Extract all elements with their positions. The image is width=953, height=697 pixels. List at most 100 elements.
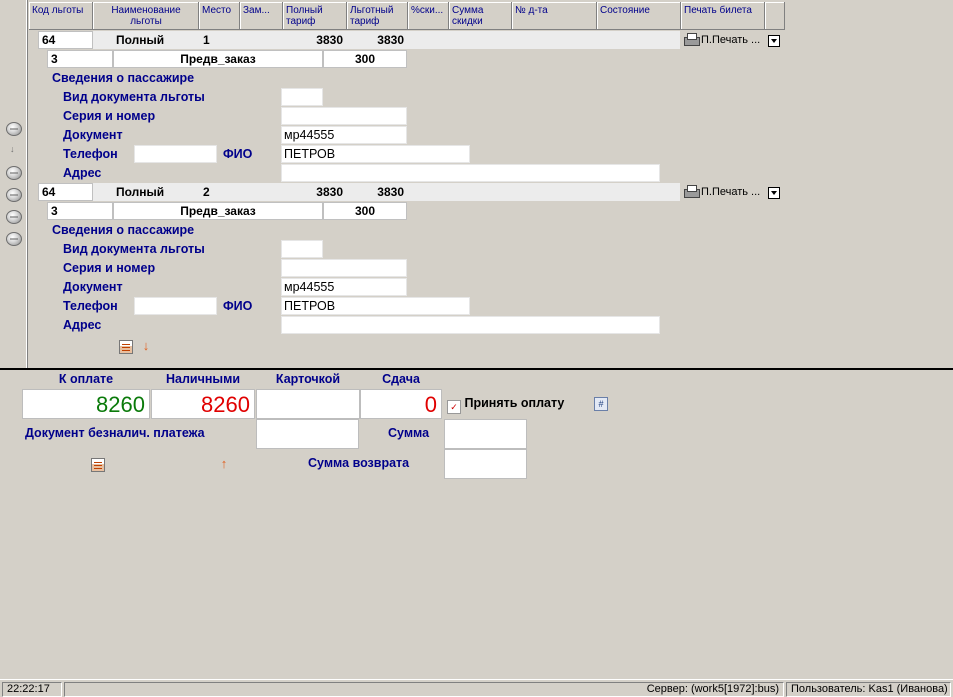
ticket-code-cell[interactable]: 64 (38, 183, 93, 201)
phone-field[interactable] (134, 297, 217, 315)
print-ticket-cell[interactable]: П.Печать ... (683, 31, 760, 49)
row-background (408, 31, 680, 49)
change-amount: 0 (360, 389, 442, 419)
address-label: Адрес (63, 166, 102, 180)
sum-label: Сумма (388, 426, 430, 440)
passenger-section-title: Сведения о пассажире (52, 71, 195, 85)
address-field[interactable] (281, 316, 660, 334)
ticket-document-icon[interactable] (119, 340, 133, 354)
next-record-icon[interactable] (6, 188, 22, 202)
phone-label: Телефон (63, 147, 118, 161)
ticket-replace-cell[interactable] (240, 31, 283, 49)
document-label: Документ (63, 128, 123, 142)
card-amount-field[interactable] (256, 389, 360, 419)
series-number-label: Серия и номер (63, 109, 156, 123)
column-header-benefit-tariff[interactable]: Льготный тариф (347, 2, 408, 30)
ticket-full-tariff-cell[interactable]: 3830 (283, 183, 347, 201)
refund-sum-field[interactable] (444, 449, 527, 479)
status-server: Сервер: (work5[1972]:bus) (64, 682, 784, 697)
sum-field[interactable] (444, 419, 527, 449)
column-header-extra (765, 2, 785, 30)
printer-icon (683, 33, 700, 46)
ticket-benefit-cell[interactable]: Полный (93, 183, 199, 201)
ticket-full-tariff-cell[interactable]: 3830 (283, 31, 347, 49)
print-ticket-cell[interactable]: П.Печать ... (683, 183, 760, 201)
address-field[interactable] (281, 164, 660, 182)
column-header-print[interactable]: Печать билета (681, 2, 765, 30)
column-header-doc-num[interactable]: № д-та (512, 2, 597, 30)
last-record-icon[interactable] (6, 232, 22, 246)
ticket-benefit-tariff-cell[interactable]: 3830 (347, 31, 408, 49)
left-toolbar: ↓ (0, 0, 28, 368)
series-number-label: Серия и номер (63, 261, 156, 275)
record-up-icon[interactable] (6, 122, 22, 136)
print-mode-label: П.Печать ... (701, 186, 761, 198)
order-type-cell[interactable]: Предв_заказ (113, 50, 323, 68)
printer-icon (683, 185, 700, 198)
series-number-field[interactable] (281, 259, 407, 277)
accept-payment-button[interactable]: ✓ Принять оплату (447, 396, 565, 414)
column-header-full-tariff[interactable]: Полный тариф (283, 2, 347, 30)
document-field[interactable]: мр44555 (281, 278, 407, 296)
column-header-discount-sum[interactable]: Сумма скидки (449, 2, 512, 30)
benefit-doc-type-field[interactable] (281, 240, 323, 258)
phone-field[interactable] (134, 145, 217, 163)
prev-record-icon[interactable] (6, 166, 22, 180)
benefit-doc-type-label: Вид документа льготы (63, 90, 205, 104)
cash-header: Наличными (165, 372, 241, 386)
fio-label: ФИО (223, 299, 253, 313)
card-header: Карточкой (275, 372, 341, 386)
phone-label: Телефон (63, 299, 118, 313)
document-label: Документ (63, 280, 123, 294)
arrow-down-icon[interactable]: ↓ (139, 339, 153, 353)
column-header-replace[interactable]: Зам... (240, 2, 283, 30)
print-dropdown-button[interactable] (768, 35, 780, 47)
ticket-benefit-tariff-cell[interactable]: 3830 (347, 183, 408, 201)
ticket-replace-cell[interactable] (240, 183, 283, 201)
benefit-doc-type-label: Вид документа льготы (63, 242, 205, 256)
order-number-cell[interactable]: 3 (47, 50, 113, 68)
row-background (408, 183, 680, 201)
order-amount-cell[interactable]: 300 (323, 50, 407, 68)
noncash-doc-label: Документ безналич. платежа (25, 426, 205, 440)
arrow-up-icon[interactable]: ↑ (217, 457, 231, 471)
passenger-section-title: Сведения о пассажире (52, 223, 195, 237)
benefit-doc-type-field[interactable] (281, 88, 323, 106)
small-down-arrow-icon: ↓ (10, 144, 15, 154)
fio-field[interactable]: ПЕТРОВ (281, 145, 470, 163)
fio-field[interactable]: ПЕТРОВ (281, 297, 470, 315)
column-header-state[interactable]: Состояние (597, 2, 681, 30)
cash-amount-field[interactable]: 8260 (151, 389, 255, 419)
series-number-field[interactable] (281, 107, 407, 125)
column-header-code[interactable]: Код льготы (29, 2, 93, 30)
print-dropdown-button[interactable] (768, 187, 780, 199)
column-header-discount-pct[interactable]: %ски... (408, 2, 449, 30)
next-page-icon[interactable] (6, 210, 22, 224)
accept-payment-icon: ✓ (447, 400, 461, 414)
fio-label: ФИО (223, 147, 253, 161)
refund-sum-label: Сумма возврата (308, 456, 410, 470)
document-field[interactable]: мр44555 (281, 126, 407, 144)
column-header-seat[interactable]: Место (199, 2, 240, 30)
status-time: 22:22:17 (2, 682, 62, 697)
to-pay-amount: 8260 (22, 389, 150, 419)
print-mode-label: П.Печать ... (701, 34, 761, 46)
ticket-benefit-cell[interactable]: Полный (93, 31, 199, 49)
ticket-seat-cell[interactable]: 1 (199, 31, 240, 49)
order-amount-cell[interactable]: 300 (323, 202, 407, 220)
order-type-cell[interactable]: Предв_заказ (113, 202, 323, 220)
status-user: Пользователь: Kas1 (Иванова) (786, 682, 951, 697)
change-header: Сдача (382, 372, 420, 386)
panel-splitter[interactable] (0, 368, 953, 370)
ticket-code-cell[interactable]: 64 (38, 31, 93, 49)
to-pay-header: К оплате (58, 372, 114, 386)
ticket-seat-cell[interactable]: 2 (199, 183, 240, 201)
payment-document-icon[interactable] (91, 458, 105, 472)
noncash-doc-field[interactable] (256, 419, 359, 449)
column-header-benefit[interactable]: Наименование льготы (93, 2, 199, 30)
address-label: Адрес (63, 318, 102, 332)
order-number-cell[interactable]: 3 (47, 202, 113, 220)
accept-payment-label: Принять оплату (464, 396, 565, 410)
tickets-grid: Код льготы Наименование льготы Место Зам… (29, 0, 953, 368)
calculator-icon[interactable]: # (594, 397, 608, 411)
